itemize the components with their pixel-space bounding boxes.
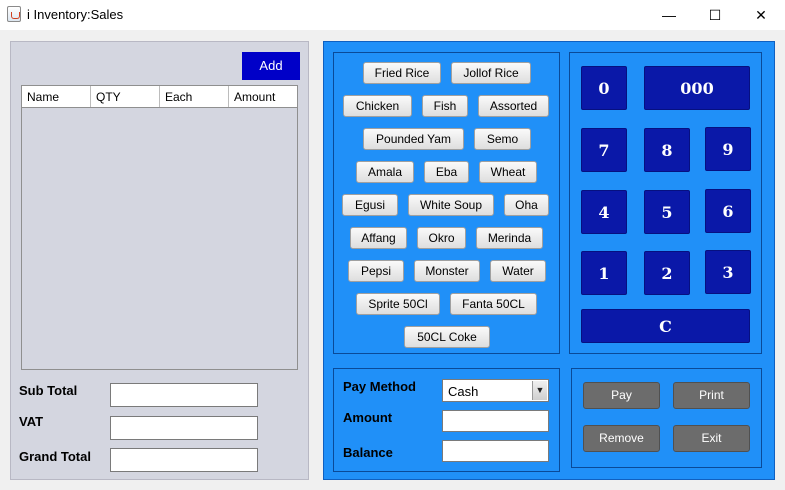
menu-item-semo[interactable]: Semo xyxy=(474,128,531,150)
remove-button[interactable]: Remove xyxy=(583,425,660,452)
menu-item-affang[interactable]: Affang xyxy=(350,227,407,249)
exit-button[interactable]: Exit xyxy=(673,425,750,452)
minimize-button[interactable]: — xyxy=(646,0,692,30)
order-table[interactable]: Name QTY Each Amount xyxy=(21,85,298,370)
close-button[interactable]: ✕ xyxy=(738,0,784,30)
keypad-7-button[interactable]: 7 xyxy=(581,128,627,172)
menu-item-egusi[interactable]: Egusi xyxy=(342,194,398,216)
column-header-each[interactable]: Each xyxy=(160,86,229,107)
menu-item-pepsi[interactable]: Pepsi xyxy=(348,260,404,282)
menu-item-wheat[interactable]: Wheat xyxy=(479,161,537,183)
menu-item-jollof-rice[interactable]: Jollof Rice xyxy=(451,62,531,84)
pay-method-label: Pay Method xyxy=(343,379,416,394)
menu-item-okro[interactable]: Okro xyxy=(417,227,466,249)
keypad-2-button[interactable]: 2 xyxy=(644,251,690,295)
amount-field[interactable] xyxy=(442,410,549,432)
sub-total-field[interactable] xyxy=(110,383,258,407)
sub-total-label: Sub Total xyxy=(19,383,78,398)
menu-item-amala[interactable]: Amala xyxy=(356,161,414,183)
pay-button[interactable]: Pay xyxy=(583,382,660,409)
java-app-icon xyxy=(7,6,21,22)
menu-item-coke[interactable]: 50CL Coke xyxy=(404,326,490,348)
grand-total-label: Grand Total xyxy=(19,449,91,464)
keypad-0-button[interactable]: 0 xyxy=(581,66,627,110)
keypad-8-button[interactable]: 8 xyxy=(644,128,690,172)
menu-item-fish[interactable]: Fish xyxy=(422,95,468,117)
keypad-6-button[interactable]: 6 xyxy=(705,189,751,233)
add-button[interactable]: Add xyxy=(242,52,300,80)
menu-item-fried-rice[interactable]: Fried Rice xyxy=(363,62,441,84)
amount-label: Amount xyxy=(343,410,393,425)
keypad-3-button[interactable]: 3 xyxy=(705,250,751,294)
keypad-clear-button[interactable]: C xyxy=(581,309,750,343)
title-bar: i Inventory:Sales — ☐ ✕ xyxy=(0,0,785,30)
column-header-amount[interactable]: Amount xyxy=(229,86,297,107)
pay-method-select[interactable]: Cash ▼ xyxy=(442,379,549,402)
keypad-000-button[interactable]: 000 xyxy=(644,66,750,110)
menu-item-sprite[interactable]: Sprite 50Cl xyxy=(356,293,440,315)
print-button[interactable]: Print xyxy=(673,382,750,409)
column-header-name[interactable]: Name xyxy=(22,86,91,107)
menu-item-water[interactable]: Water xyxy=(490,260,546,282)
balance-field[interactable] xyxy=(442,440,549,462)
menu-item-chicken[interactable]: Chicken xyxy=(343,95,412,117)
table-header: Name QTY Each Amount xyxy=(22,86,297,108)
pay-method-value: Cash xyxy=(448,384,479,399)
menu-item-fanta[interactable]: Fanta 50CL xyxy=(450,293,537,315)
keypad-4-button[interactable]: 4 xyxy=(581,190,627,234)
vat-field[interactable] xyxy=(110,416,258,440)
menu-item-oha[interactable]: Oha xyxy=(504,194,549,216)
vat-label: VAT xyxy=(19,414,44,429)
grand-total-field[interactable] xyxy=(110,448,258,472)
window-title: i Inventory:Sales xyxy=(27,7,124,22)
menu-item-merinda[interactable]: Merinda xyxy=(476,227,543,249)
keypad-1-button[interactable]: 1 xyxy=(581,251,627,295)
column-header-qty[interactable]: QTY xyxy=(91,86,160,107)
menu-item-pounded-yam[interactable]: Pounded Yam xyxy=(363,128,464,150)
keypad-9-button[interactable]: 9 xyxy=(705,127,751,171)
balance-label: Balance xyxy=(343,445,393,460)
maximize-button[interactable]: ☐ xyxy=(692,0,738,30)
menu-item-monster[interactable]: Monster xyxy=(414,260,480,282)
menu-item-white-soup[interactable]: White Soup xyxy=(408,194,494,216)
menu-item-eba[interactable]: Eba xyxy=(424,161,469,183)
dropdown-arrow-icon[interactable]: ▼ xyxy=(532,381,547,400)
menu-item-assorted[interactable]: Assorted xyxy=(478,95,549,117)
keypad-5-button[interactable]: 5 xyxy=(644,190,690,234)
